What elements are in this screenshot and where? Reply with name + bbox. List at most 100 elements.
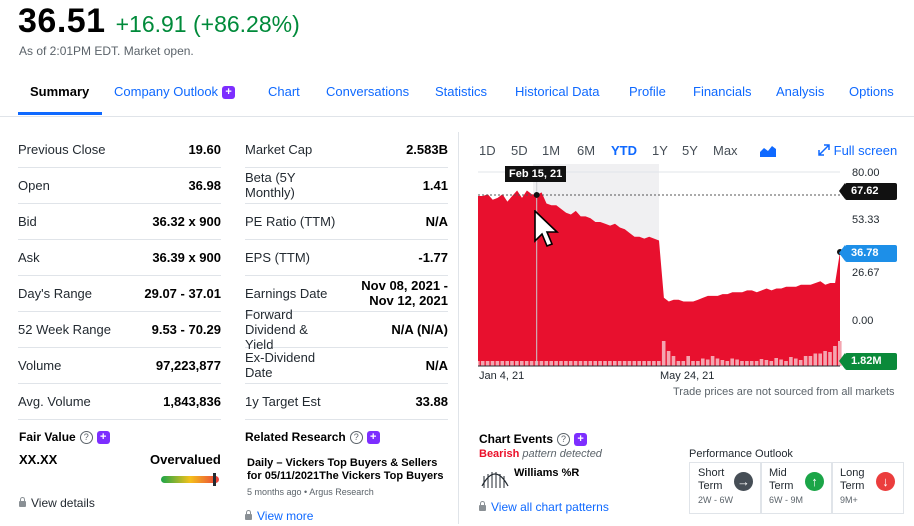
term-range: 6W - 9M <box>769 495 804 505</box>
volume-bar <box>554 361 558 366</box>
volume-bar <box>779 359 783 366</box>
range-button-max[interactable]: Max <box>713 143 738 158</box>
volume-bar <box>608 361 612 366</box>
volume-bar <box>598 361 602 366</box>
volume-bar <box>740 361 744 366</box>
info-icon[interactable]: ? <box>79 431 93 445</box>
stat-row: Day's Range 29.07 - 37.01 <box>18 275 221 312</box>
view-all-patterns-link[interactable]: View all chart patterns <box>479 500 609 514</box>
performance-card-long-term[interactable]: Long Term 9M+ ↓ <box>831 462 904 514</box>
stat-value: 19.60 <box>188 141 221 157</box>
volume-bar <box>539 361 544 366</box>
volume-value: 1.82M <box>851 355 882 367</box>
performance-card-short-term[interactable]: Short Term 2W - 6W → <box>689 462 762 514</box>
stat-row: Bid 36.32 x 900 <box>18 203 221 240</box>
volume-bar <box>696 361 700 366</box>
research-meta: 5 months ago • Argus Research <box>247 487 374 497</box>
range-button-ytd[interactable]: YTD <box>611 143 637 158</box>
volume-bar <box>725 361 730 366</box>
volume-bar <box>588 361 593 366</box>
tab-analysis[interactable]: Analysis <box>776 78 824 114</box>
term-range: 2W - 6W <box>698 495 733 505</box>
info-icon[interactable]: ? <box>557 433 571 447</box>
tab-statistics[interactable]: Statistics <box>435 78 487 114</box>
volume-bar <box>818 353 822 366</box>
fair-value-verdict: Overvalued <box>150 452 221 467</box>
range-button-6m[interactable]: 6M <box>577 143 595 158</box>
stat-label: Previous Close <box>18 141 106 157</box>
tab-summary[interactable]: Summary <box>30 78 89 114</box>
x-tick-label: May 24, 21 <box>660 370 715 382</box>
range-button-5y[interactable]: 5Y <box>682 143 698 158</box>
stat-label: Open <box>18 177 50 193</box>
volume-bar <box>794 358 798 366</box>
tab-options[interactable]: Options <box>849 78 894 114</box>
volume-bar <box>749 361 754 366</box>
fair-value-gauge <box>161 476 219 483</box>
tab-historical-data[interactable]: Historical Data <box>515 78 600 114</box>
arrow-right-icon: → <box>734 472 753 491</box>
volume-bar <box>769 361 774 366</box>
volume-bar <box>642 361 646 366</box>
range-button-1m[interactable]: 1M <box>542 143 560 158</box>
volume-tag: 1.82M <box>839 353 897 370</box>
stat-row: EPS (TTM) -1.77 <box>245 239 448 276</box>
related-research-label: Related Research <box>245 430 346 444</box>
stat-label: Avg. Volume <box>18 393 91 409</box>
view-more-link[interactable]: View more <box>245 509 313 523</box>
stat-value: 36.98 <box>188 177 221 193</box>
lock-icon <box>479 500 486 511</box>
volume-bar <box>544 361 549 366</box>
volume-bar <box>657 361 661 366</box>
info-icon[interactable]: ? <box>349 431 363 445</box>
market-status: As of 2:01PM EDT. Market open. <box>19 44 194 58</box>
y-tick-label: 26.67 <box>852 267 880 279</box>
range-button-1d[interactable]: 1D <box>479 143 496 158</box>
term-label: Mid Term <box>769 467 794 492</box>
volume-bar <box>681 361 686 366</box>
view-details-link[interactable]: View details <box>19 496 95 510</box>
tab-conversations[interactable]: Conversations <box>326 78 409 114</box>
volume-bar <box>730 358 734 366</box>
volume-bar <box>480 361 485 366</box>
volume-bar <box>500 361 505 366</box>
stat-label: Ask <box>18 249 40 265</box>
research-headline[interactable]: Daily – Vickers Top Buyers & Sellers for… <box>247 457 447 483</box>
range-button-5d[interactable]: 5D <box>511 143 528 158</box>
volume-bar <box>647 361 651 366</box>
arrow-up-icon: ↑ <box>805 472 824 491</box>
volume-bar <box>603 361 607 366</box>
range-button-1y[interactable]: 1Y <box>652 143 668 158</box>
volume-bar <box>813 353 818 366</box>
hover-price-value: 67.62 <box>851 185 879 197</box>
volume-bar <box>485 361 490 366</box>
volume-bar <box>505 361 509 366</box>
tab-chart[interactable]: Chart <box>268 78 300 114</box>
volume-bar <box>823 351 827 366</box>
volume-bar <box>735 359 739 366</box>
tab-company-outlook[interactable]: Company Outlook + <box>114 78 236 114</box>
full-screen-button[interactable]: Full screen <box>818 143 897 159</box>
volume-bar <box>510 361 514 366</box>
volume-bar <box>520 361 524 366</box>
current-price: 36.51 <box>18 2 106 40</box>
volume-bar <box>613 361 617 366</box>
stat-row: Open 36.98 <box>18 167 221 204</box>
volume-bar <box>495 361 500 366</box>
volume-bar <box>789 357 793 366</box>
tab-financials[interactable]: Financials <box>693 78 752 114</box>
stat-row: Avg. Volume 1,843,836 <box>18 383 221 420</box>
performance-card-mid-term[interactable]: Mid Term 6W - 9M ↑ <box>760 462 833 514</box>
stat-value: 29.07 - 37.01 <box>144 285 221 301</box>
pattern-status: Bearish pattern detected <box>479 448 602 460</box>
stat-row: 1y Target Est 33.88 <box>245 383 448 420</box>
chart-type-icon[interactable] <box>760 144 776 162</box>
fair-value-amount: XX.XX <box>19 452 58 467</box>
stat-value: N/A <box>425 357 448 373</box>
volume-bar <box>828 352 832 366</box>
stat-label: Beta (5Y Monthly) <box>245 170 296 200</box>
tab-profile[interactable]: Profile <box>629 78 666 114</box>
stat-label: 52 Week Range <box>18 321 111 337</box>
stat-value: 9.53 - 70.29 <box>151 321 221 337</box>
plus-icon: + <box>574 433 588 447</box>
